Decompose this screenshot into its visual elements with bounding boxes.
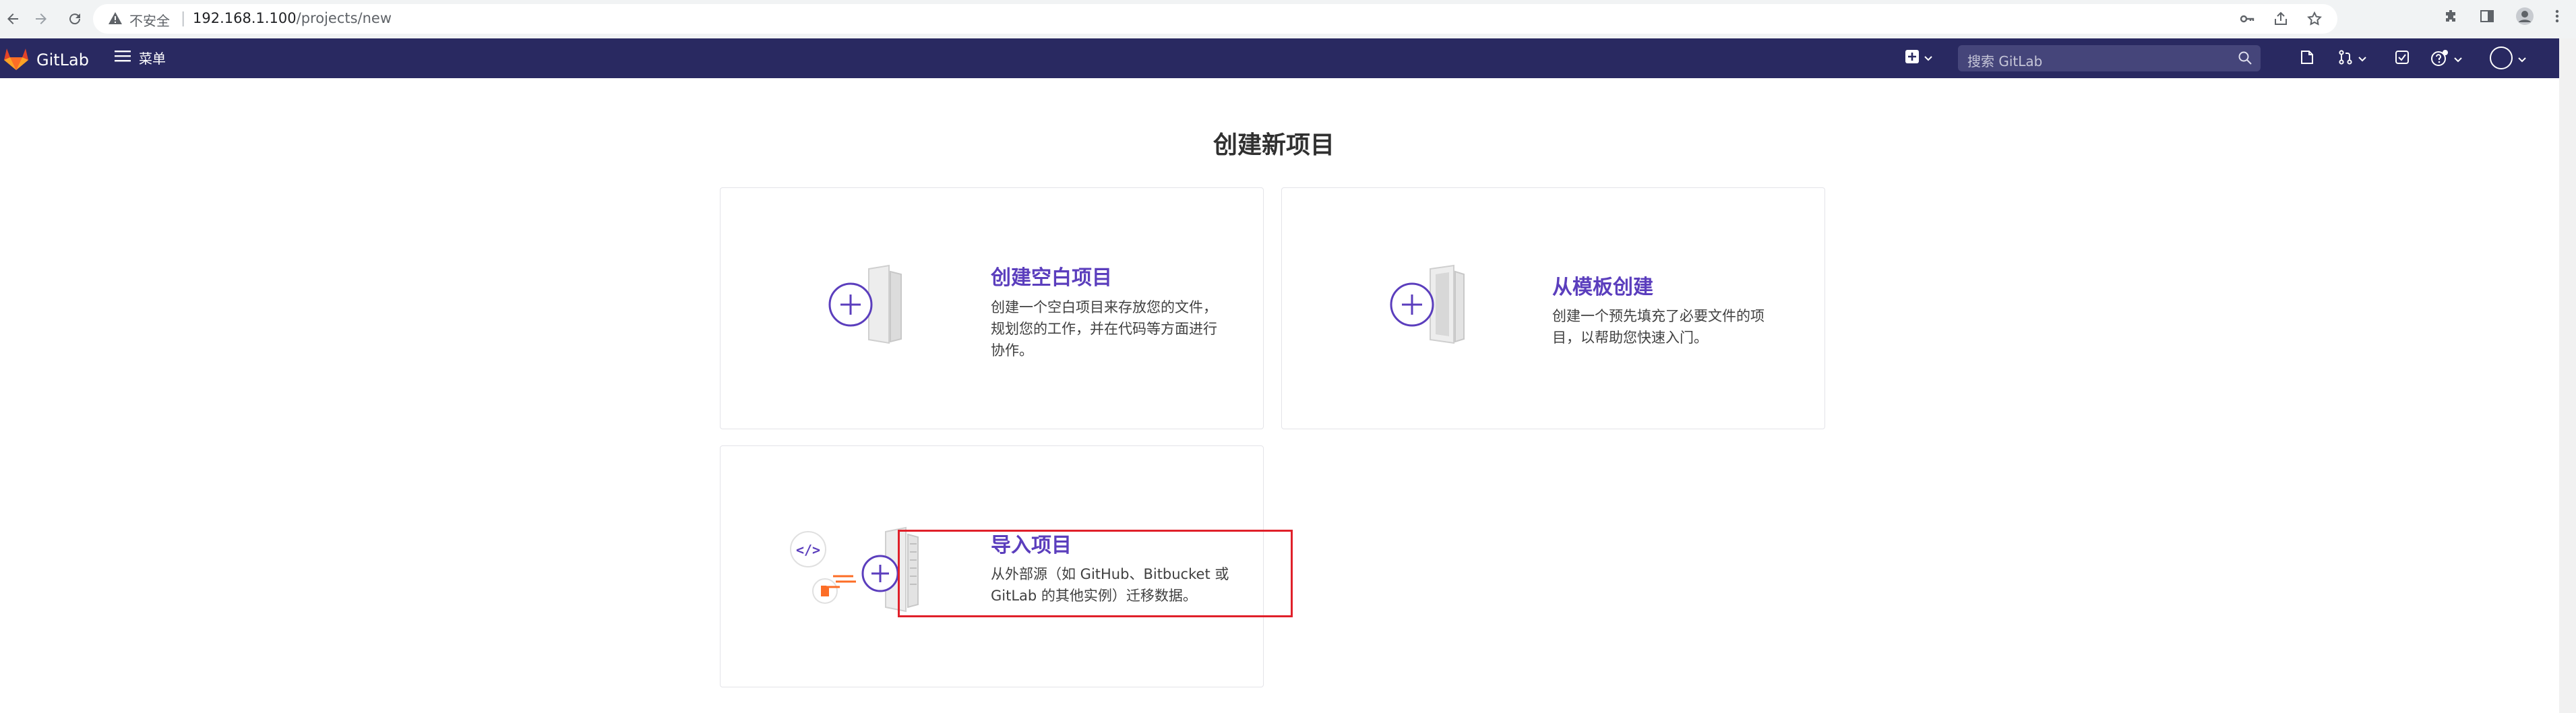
url-host: 192.168.1.100 xyxy=(193,10,297,26)
page-scrollbar[interactable] xyxy=(2559,38,2576,713)
help-icon xyxy=(2430,49,2449,69)
hamburger-icon xyxy=(115,49,132,66)
gitlab-navbar: GitLab 菜单 搜索 GitLab xyxy=(0,38,2559,78)
url-path: /projects/new xyxy=(296,10,392,26)
template-project-card[interactable]: 从模板创建 创建一个预先填充了必要文件的项 目，以帮助您快速入门。 xyxy=(1281,187,1825,429)
import-project-title[interactable]: 导入项目 xyxy=(991,528,1072,558)
blank-project-title[interactable]: 创建空白项目 xyxy=(991,261,1112,290)
menu-button[interactable]: 菜单 xyxy=(115,48,166,67)
page-title: 创建新项目 xyxy=(1213,131,1335,159)
extensions-icon[interactable] xyxy=(2443,8,2459,27)
chevron-down-icon xyxy=(2453,53,2463,66)
user-menu[interactable] xyxy=(2489,46,2527,73)
url-separator: | xyxy=(181,10,186,27)
todo-issue-icon xyxy=(2299,49,2315,68)
url-text[interactable]: 192.168.1.100/projects/new xyxy=(193,10,392,26)
kebab-menu-icon[interactable] xyxy=(2554,8,2560,27)
new-item-dropdown[interactable] xyxy=(1905,49,1933,67)
sidepanel-icon[interactable] xyxy=(2479,8,2495,27)
import-project-illustration: </> xyxy=(785,524,960,627)
blank-project-illustration xyxy=(828,262,916,352)
template-project-desc-line: 创建一个预先填充了必要文件的项 xyxy=(1552,308,1765,324)
help-dropdown[interactable] xyxy=(2430,49,2463,69)
search-placeholder: 搜索 GitLab xyxy=(1967,53,2043,69)
gitlab-logo-link[interactable]: GitLab xyxy=(3,46,89,73)
merge-requests-button[interactable] xyxy=(2337,49,2367,68)
chevron-down-icon xyxy=(1924,52,1933,65)
insecure-label[interactable]: 不安全 xyxy=(129,10,170,30)
new-item-icon xyxy=(1905,49,1920,67)
search-icon[interactable] xyxy=(2238,51,2252,68)
key-icon[interactable] xyxy=(2239,11,2255,30)
todo-check-icon xyxy=(2394,49,2410,68)
import-project-card[interactable]: </> 导入项目 从外部源（如 GitHub、Bitbucket 或 GitLa… xyxy=(720,445,1264,687)
import-project-desc-line: GitLab 的其他实例）迁移数据。 xyxy=(991,588,1197,604)
gitlab-brand: GitLab xyxy=(36,51,89,69)
svg-text:</>: </> xyxy=(796,542,820,558)
blank-project-card[interactable]: 创建空白项目 创建一个空白项目来存放您的文件， 规划您的工作，并在代码等方面进行… xyxy=(720,187,1264,429)
blank-project-desc-line: 规划您的工作，并在代码等方面进行 xyxy=(991,321,1217,337)
chevron-down-icon xyxy=(2358,53,2367,65)
template-project-illustration xyxy=(1390,262,1477,352)
share-icon[interactable] xyxy=(2273,11,2289,30)
back-arrow-icon[interactable] xyxy=(0,6,26,32)
merge-request-icon xyxy=(2337,49,2354,68)
import-project-description: 从外部源（如 GitHub、Bitbucket 或 GitLab 的其他实例）迁… xyxy=(991,563,1229,607)
warning-icon[interactable] xyxy=(108,11,123,28)
address-bar[interactable]: 不安全 | 192.168.1.100/projects/new xyxy=(93,4,2337,34)
blank-project-desc-line: 创建一个空白项目来存放您的文件， xyxy=(991,299,1217,315)
forward-arrow-icon[interactable] xyxy=(28,6,54,32)
template-project-title[interactable]: 从模板创建 xyxy=(1552,270,1653,300)
blank-project-desc-line: 协作。 xyxy=(991,342,1033,359)
import-project-desc-line: 从外部源（如 GitHub、Bitbucket 或 xyxy=(991,566,1229,582)
search-input[interactable]: 搜索 GitLab xyxy=(1958,45,2261,71)
issues-button[interactable] xyxy=(2299,49,2315,68)
template-project-desc-line: 目，以帮助您快速入门。 xyxy=(1552,330,1708,346)
profile-icon[interactable] xyxy=(2515,7,2534,28)
blank-project-description: 创建一个空白项目来存放您的文件， 规划您的工作，并在代码等方面进行 协作。 xyxy=(991,297,1217,361)
star-icon[interactable] xyxy=(2306,11,2323,30)
chevron-down-icon xyxy=(2517,53,2527,66)
reload-icon[interactable] xyxy=(62,6,88,32)
menu-label: 菜单 xyxy=(139,51,166,67)
gitlab-tanuki-icon xyxy=(3,46,30,73)
template-project-description: 创建一个预先填充了必要文件的项 目，以帮助您快速入门。 xyxy=(1552,305,1765,348)
browser-toolbar: 不安全 | 192.168.1.100/projects/new xyxy=(0,0,2576,39)
avatar xyxy=(2489,46,2513,73)
todos-button[interactable] xyxy=(2394,49,2410,68)
